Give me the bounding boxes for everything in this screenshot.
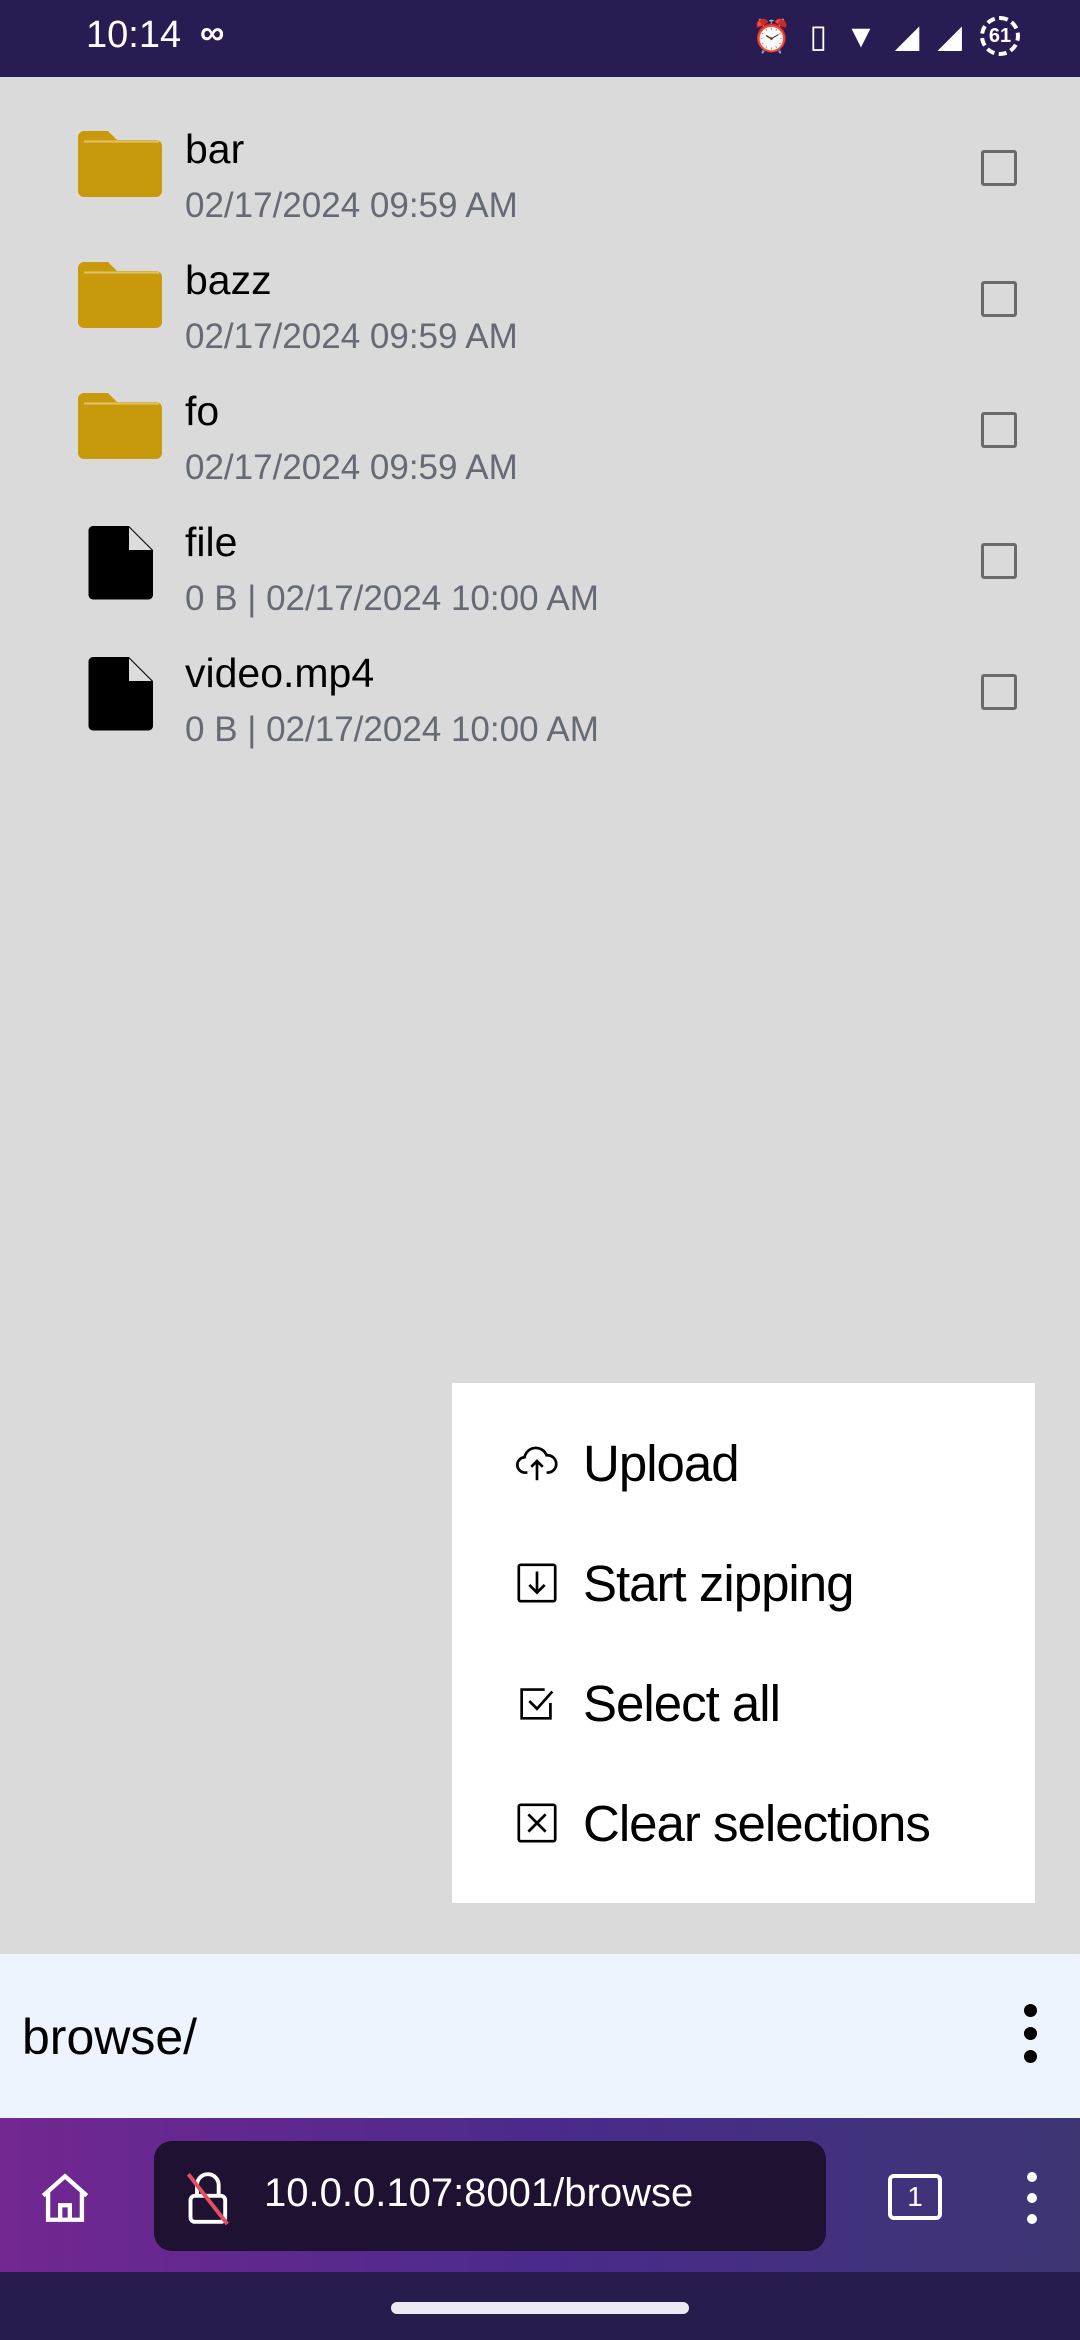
checkbox-checked-icon [520,1688,554,1720]
close-box-icon [517,1803,557,1843]
file-row[interactable]: fo 02/17/2024 09:59 AM [0,388,1080,521]
file-meta: 02/17/2024 09:59 AM [185,186,518,225]
file-meta: 0 B | 02/17/2024 10:00 AM [185,579,599,618]
more-options-icon[interactable] [1020,2004,1040,2064]
infinity-icon: ∞ [200,14,225,52]
file-meta: 02/17/2024 09:59 AM [185,448,518,487]
file-row[interactable]: bazz 02/17/2024 09:59 AM [0,257,1080,390]
navigation-bar [0,2272,1080,2340]
file-meta: 02/17/2024 09:59 AM [185,317,518,356]
file-name[interactable]: fo [185,388,219,435]
clock: 10:14 [86,14,182,56]
tab-switcher-button[interactable]: 1 [888,2174,942,2220]
signal-icon: ◢ [894,18,920,54]
battery-icon: 61 [980,16,1020,56]
insecure-lock-icon [186,2172,229,2226]
gesture-handle[interactable] [391,2302,689,2314]
browser-toolbar: 10.0.0.107:8001/browse 1 [0,2118,1080,2272]
file-meta: 0 B | 02/17/2024 10:00 AM [185,710,599,749]
status-bar: 10:14 ∞ ⏰ ▯ ▼ ◢ ◢ 61 [0,0,1080,77]
menu-item-clear-selections[interactable]: Clear selections [452,1763,1035,1883]
signal-icon: ◢ [937,18,962,54]
folder-icon [78,393,162,459]
file-icon [88,657,153,731]
current-path: browse/ [22,2009,198,2065]
wifi-icon: ▼ [845,17,877,54]
menu-item-upload[interactable]: Upload [452,1403,1035,1523]
path-bar: browse/ [0,1954,1080,2118]
file-name[interactable]: video.mp4 [185,650,374,697]
menu-item-select-all[interactable]: Select all [452,1643,1035,1763]
folder-icon [78,262,162,328]
alarm-icon: ⏰ [751,18,792,54]
file-name[interactable]: bar [185,126,244,173]
address-bar[interactable]: 10.0.0.107:8001/browse [154,2141,826,2251]
file-name[interactable]: bazz [185,257,272,304]
file-name[interactable]: file [185,519,237,566]
menu-item-start-zipping[interactable]: Start zipping [452,1523,1035,1643]
select-checkbox[interactable] [981,543,1017,579]
select-checkbox[interactable] [981,412,1017,448]
select-checkbox[interactable] [981,150,1017,186]
home-icon[interactable] [36,2168,94,2228]
file-icon [88,526,153,600]
overflow-menu: Upload Start zipping Select all Clear se… [452,1383,1035,1903]
file-row[interactable]: bar 02/17/2024 09:59 AM [0,126,1080,259]
cloud-upload-icon [516,1446,558,1481]
file-row[interactable]: file 0 B | 02/17/2024 10:00 AM [0,519,1080,652]
download-box-icon [517,1563,557,1603]
browser-menu-icon[interactable] [1024,2172,1040,2226]
file-row[interactable]: video.mp4 0 B | 02/17/2024 10:00 AM [0,650,1080,783]
select-checkbox[interactable] [981,674,1017,710]
vibrate-icon: ▯ [809,18,828,54]
folder-icon [78,131,162,197]
url-text: 10.0.0.107:8001/browse [264,2171,694,2215]
select-checkbox[interactable] [981,281,1017,317]
